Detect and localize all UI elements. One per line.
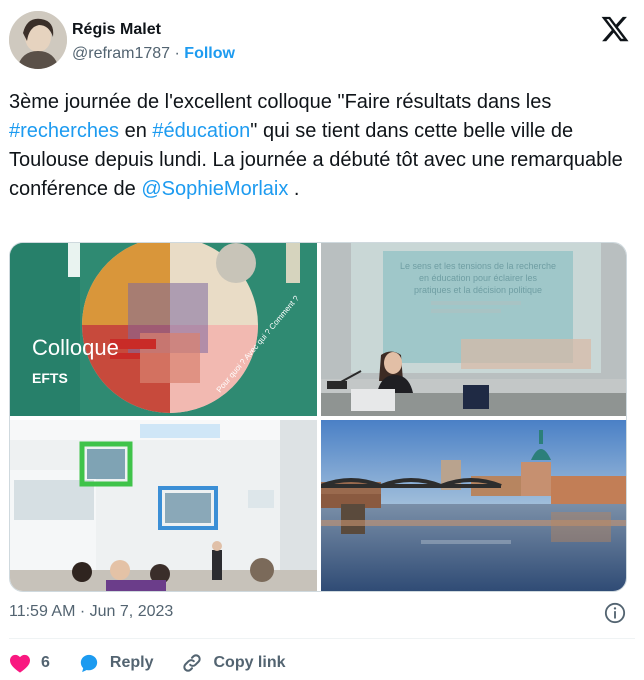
tweet-time: 11:59 AM [9, 603, 76, 620]
author-line: @refram1787 · Follow [72, 44, 235, 64]
tweet-date: Jun 7, 2023 [89, 603, 174, 620]
reply-button[interactable]: Reply [78, 653, 154, 673]
like-button[interactable]: 6 [9, 653, 50, 673]
media-photo-poster[interactable]: Colloque EFTS Pour quoi ? Avec qui ? Com… [10, 243, 317, 416]
avatar[interactable] [9, 11, 67, 69]
author-name[interactable]: Régis Malet [72, 20, 235, 39]
x-logo-icon[interactable] [600, 14, 630, 44]
follow-button[interactable]: Follow [184, 45, 235, 62]
separator: · [174, 45, 180, 62]
heart-icon [10, 654, 30, 673]
media-grid: Colloque EFTS Pour quoi ? Avec qui ? Com… [9, 242, 627, 592]
media-photo-conference[interactable]: Le sens et les tensions de la recherche … [321, 243, 626, 416]
copy-link-button[interactable]: Copy link [181, 652, 286, 674]
mention-sophiemorlaix[interactable]: @SophieMorlaix [141, 178, 288, 200]
tweet-timestamp[interactable]: 11:59 AM · Jun 7, 2023 [9, 603, 173, 621]
slide-line-2: en éducation pour éclairer les [419, 273, 538, 283]
tweet-text: 3ème journée de l'excellent colloque "Fa… [9, 88, 631, 204]
media-photo-toulouse[interactable] [321, 420, 626, 591]
slide-line-1: Le sens et les tensions de la recherche [400, 261, 556, 271]
divider [9, 638, 635, 639]
media-photo-atrium[interactable] [10, 420, 317, 591]
like-count: 6 [41, 654, 50, 671]
separator: · [79, 603, 86, 620]
author-handle[interactable]: @refram1787 [72, 45, 170, 62]
reply-icon [80, 654, 98, 673]
reply-label: Reply [109, 654, 154, 671]
info-icon[interactable] [604, 602, 626, 624]
author-block: Régis Malet @refram1787 · Follow [72, 20, 235, 64]
link-icon [183, 654, 202, 672]
slide-line-3: pratiques et la décision politique [414, 285, 542, 295]
hashtag-recherches[interactable]: #recherches [9, 120, 119, 142]
hashtag-education[interactable]: #éducation [152, 120, 250, 142]
tweet-text-segment: . [288, 178, 300, 200]
tweet-header: Régis Malet @refram1787 · Follow [9, 10, 630, 72]
tweet-actions: 6 Reply Copy link [9, 650, 314, 676]
copy-link-label: Copy link [213, 654, 286, 671]
poster-efts-label: EFTS [32, 370, 68, 386]
poster-colloque-label: Colloque [32, 335, 119, 360]
tweet-text-segment: en [119, 120, 153, 142]
tweet-text-segment: 3ème journée de l'excellent colloque "Fa… [9, 91, 552, 113]
